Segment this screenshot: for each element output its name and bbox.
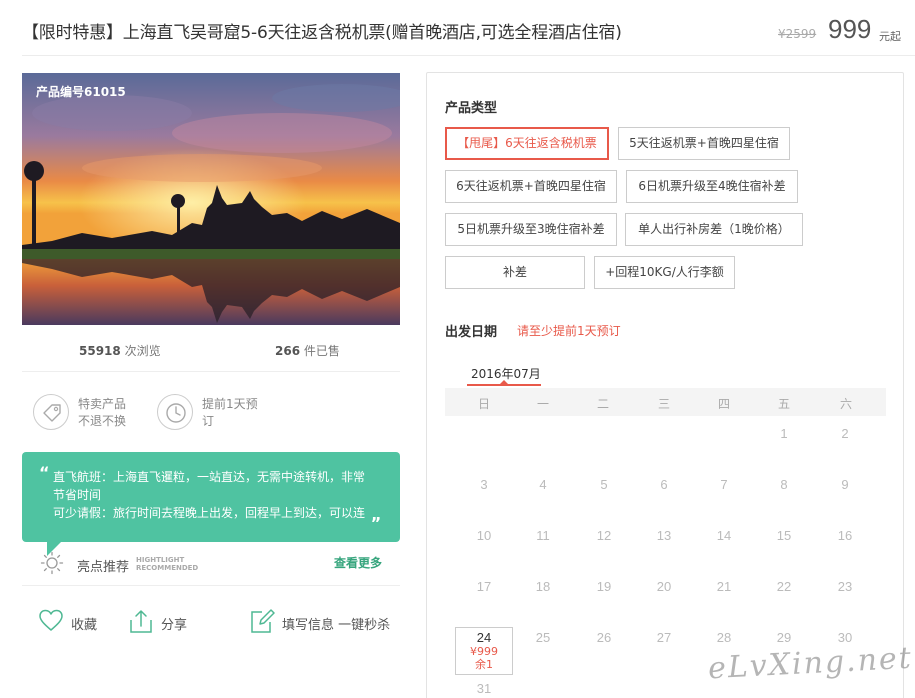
weekday-sun: 日 <box>477 397 490 411</box>
weekday-fri: 五 <box>777 397 790 411</box>
calendar-day: 22 <box>776 579 792 594</box>
favorite-label: 收藏 <box>71 618 98 633</box>
selected-day-price: ¥999 <box>470 645 498 658</box>
share-label: 分享 <box>161 618 188 633</box>
quote-close-icon: „ <box>371 505 382 524</box>
calendar-day: 1 <box>780 426 788 441</box>
calendar-day: 19 <box>596 579 612 594</box>
badge-advance-line1: 提前1天预 <box>202 397 258 411</box>
calendar-day: 9 <box>841 477 849 492</box>
see-more-link[interactable]: 查看更多 <box>334 554 382 571</box>
calendar-day: 12 <box>596 528 612 543</box>
original-price: ¥2599 <box>778 27 817 41</box>
calendar-day: 10 <box>476 528 492 543</box>
option-5[interactable]: 单人出行补房差（1晚价格） <box>625 213 803 246</box>
favorite-button[interactable]: 收藏 <box>38 608 118 638</box>
calendar-day: 23 <box>837 579 853 594</box>
price-tag-icon <box>33 394 69 430</box>
calendar-day: 11 <box>536 528 550 543</box>
month-tab-underline <box>467 384 541 386</box>
highlight-title-row: 亮点推荐 HIGHTLIGHT RECOMMENDED 查看更多 <box>22 546 400 586</box>
calendar-day: 7 <box>720 477 728 492</box>
weekday-mon: 一 <box>536 397 549 411</box>
calendar-day: 14 <box>716 528 732 543</box>
product-stats: 55918 次浏览 266 件已售 <box>22 334 400 372</box>
weekday-sat: 六 <box>839 397 852 411</box>
departure-date-label: 出发日期 <box>445 325 498 340</box>
calendar-day: 2 <box>841 426 849 441</box>
badge-advance-booking: 提前1天预 订 <box>157 394 277 434</box>
calendar-day: 25 <box>535 630 551 645</box>
badge-special-sale: 特卖产品 不退不换 <box>33 394 153 434</box>
fill-info-button[interactable]: 填写信息 一键秒杀 <box>249 608 399 638</box>
calendar-day: 8 <box>780 477 788 492</box>
share-icon <box>130 610 152 633</box>
sold-number: 266 <box>275 344 301 358</box>
fill-info-label: 填写信息 一键秒杀 <box>282 618 391 633</box>
product-type-label: 产品类型 <box>445 101 498 116</box>
calendar-day: 16 <box>837 528 853 543</box>
edit-icon <box>251 609 275 633</box>
calendar-day: 5 <box>600 477 608 492</box>
calendar-day: 6 <box>660 477 668 492</box>
quote-open-icon: “ <box>39 463 50 482</box>
product-code: 产品编号61015 <box>36 85 126 99</box>
sold-label: 件已售 <box>303 344 340 358</box>
calendar-day: 29 <box>776 630 792 645</box>
calendar-day: 13 <box>656 528 672 543</box>
calendar-day: 21 <box>716 579 732 594</box>
badge-special-line1: 特卖产品 <box>78 397 127 411</box>
sun-icon <box>40 551 64 575</box>
highlight-line-1: 直飞航班：上海直飞暹粒，一站直达，无需中途转机，非常 <box>53 470 366 484</box>
badge-special-line2: 不退不换 <box>78 414 127 428</box>
selected-day-remaining: 余1 <box>475 658 493 671</box>
weekday-tue: 二 <box>596 397 609 411</box>
calendar-day: 18 <box>535 579 551 594</box>
option-6[interactable]: 补差 <box>445 256 585 289</box>
calendar-day: 28 <box>716 630 732 645</box>
calendar-day-selected[interactable]: 24 ¥999 余1 <box>455 627 513 675</box>
views-count: 55918 次浏览 <box>79 342 161 359</box>
calendar-day: 27 <box>656 630 672 645</box>
calendar-day: 3 <box>480 477 488 492</box>
clock-icon <box>157 394 193 430</box>
selected-day-number: 24 <box>476 630 492 645</box>
weekday-thu: 四 <box>717 397 730 411</box>
option-7[interactable]: +回程10KG/人行李额 <box>594 256 735 289</box>
highlight-subtitle-1: HIGHTLIGHT <box>136 556 185 564</box>
highlight-subtitle: HIGHTLIGHT RECOMMENDED <box>136 556 198 572</box>
views-label: 次浏览 <box>124 344 161 358</box>
option-0[interactable]: 【甩尾】6天往返含税机票 <box>445 127 609 160</box>
weekday-header: 日 一 二 三 四 五 六 <box>445 388 886 416</box>
calendar-day: 31 <box>476 681 492 696</box>
badge-advance-line2: 订 <box>202 414 215 428</box>
calendar-day: 26 <box>596 630 612 645</box>
product-title: 【限时特惠】上海直飞吴哥窟5-6天往返含税机票(赠首晚酒店,可选全程酒店住宿) <box>22 23 622 43</box>
sold-count: 266 件已售 <box>275 342 340 359</box>
option-1[interactable]: 5天往返机票+首晚四星住宿 <box>618 127 790 160</box>
booking-hint: 请至少提前1天预订 <box>517 324 621 338</box>
weekday-wed: 三 <box>657 397 670 411</box>
option-2[interactable]: 6天往返机票+首晚四星住宿 <box>445 170 617 203</box>
option-4[interactable]: 5日机票升级至3晚住宿补差 <box>445 213 617 246</box>
views-number: 55918 <box>79 344 121 358</box>
price-unit: 元起 <box>879 30 901 43</box>
calendar-day: 4 <box>539 477 547 492</box>
highlight-subtitle-2: RECOMMENDED <box>136 564 199 572</box>
calendar-day: 15 <box>776 528 792 543</box>
calendar-day: 17 <box>476 579 492 594</box>
current-price: 999 <box>828 14 872 44</box>
highlight-line-3: 可少请假：旅行时间去程晚上出发，回程早上到达，可以连 <box>53 506 366 520</box>
heart-icon <box>39 609 63 631</box>
option-3[interactable]: 6日机票升级至4晚住宿补差 <box>626 170 798 203</box>
product-header: 【限时特惠】上海直飞吴哥窟5-6天往返含税机票(赠首晚酒店,可选全程酒店住宿) … <box>22 0 915 56</box>
highlight-line-2: 节省时间 <box>53 488 102 502</box>
product-photo[interactable]: 产品编号61015 <box>22 73 400 325</box>
highlight-box: “ 直飞航班：上海直飞暹粒，一站直达，无需中途转机，非常 节省时间 可少请假：旅… <box>22 452 400 542</box>
calendar-day: 20 <box>656 579 672 594</box>
highlight-title: 亮点推荐 <box>77 560 130 575</box>
share-button[interactable]: 分享 <box>128 608 208 638</box>
